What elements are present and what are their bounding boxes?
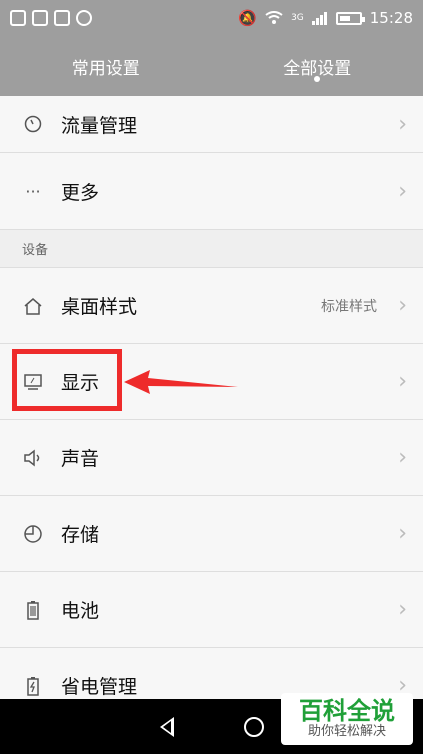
battery-charge-icon <box>22 675 44 697</box>
tab-all-settings[interactable]: 全部设置 <box>212 36 423 96</box>
storage-pie-icon <box>22 523 44 545</box>
chevron-right-icon: › <box>398 111 407 137</box>
notification-icons <box>10 10 92 26</box>
speaker-icon <box>22 447 44 469</box>
settings-item-power-saving[interactable]: 省电管理 › <box>0 648 423 699</box>
chevron-right-icon: › <box>398 293 407 318</box>
home-button-icon[interactable] <box>243 716 264 737</box>
image-icon <box>54 10 70 26</box>
section-header-device: 设备 <box>0 230 423 268</box>
settings-item-battery[interactable]: 电池 › <box>0 572 423 648</box>
settings-item-more[interactable]: ··· 更多 › <box>0 153 423 230</box>
chevron-right-icon: › <box>398 178 407 204</box>
tab-common-settings[interactable]: 常用设置 <box>0 36 212 96</box>
file-download-icon <box>32 10 48 26</box>
settings-item-data-usage[interactable]: 流量管理 › <box>0 96 423 153</box>
watermark-title: 百科全说 <box>299 697 395 725</box>
annotation-highlight-box <box>12 349 122 411</box>
record-icon <box>76 10 92 26</box>
watermark-subtitle: 助你轻松解决 <box>307 724 386 739</box>
active-tab-indicator <box>314 76 321 82</box>
watermark-logo: 百科全说 助你轻松解决 <box>281 693 413 745</box>
clock: 15:28 <box>369 9 413 27</box>
tab-label: 全部设置 <box>283 58 352 79</box>
settings-item-value: 标准样式 <box>321 298 377 315</box>
section-label: 设备 <box>22 243 49 258</box>
status-bar: 🔕 3G 15:28 <box>0 0 423 36</box>
more-dots-icon: ··· <box>25 181 41 201</box>
settings-item-label: 电池 <box>61 600 100 622</box>
chevron-right-icon: › <box>398 597 407 622</box>
chevron-right-icon: › <box>398 369 407 394</box>
settings-item-sound[interactable]: 声音 › <box>0 420 423 496</box>
settings-tabs: 常用设置 全部设置 <box>0 36 423 96</box>
settings-item-label: 声音 <box>61 448 100 470</box>
baidu-paw-icon <box>10 10 26 26</box>
settings-item-label: 桌面样式 <box>61 296 138 318</box>
chevron-right-icon: › <box>398 445 407 470</box>
mute-icon: 🔕 <box>238 9 258 27</box>
system-icons: 🔕 3G 15:28 <box>238 9 413 27</box>
settings-item-desktop-style[interactable]: 桌面样式 标准样式 › <box>0 268 423 344</box>
settings-item-storage[interactable]: 存储 › <box>0 496 423 572</box>
gauge-icon <box>22 113 44 135</box>
wifi-icon <box>265 11 283 24</box>
settings-item-label: 更多 <box>61 181 100 204</box>
settings-item-label: 存储 <box>61 524 100 546</box>
battery-icon <box>22 599 44 621</box>
settings-item-label: 流量管理 <box>61 114 138 137</box>
battery-status-icon <box>335 11 365 25</box>
network-type: 3G <box>291 13 304 23</box>
signal-icon <box>311 12 327 25</box>
back-icon[interactable] <box>159 716 174 737</box>
settings-item-label: 省电管理 <box>61 676 138 698</box>
tab-label: 常用设置 <box>71 58 140 79</box>
home-icon <box>22 295 44 317</box>
chevron-right-icon: › <box>398 521 407 546</box>
